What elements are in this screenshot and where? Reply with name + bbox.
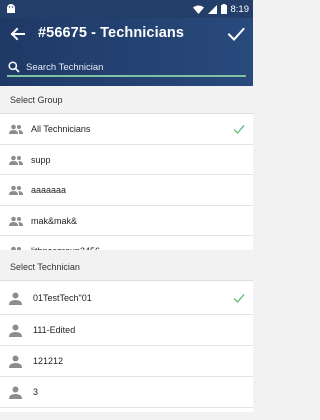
group-icon <box>9 124 23 134</box>
status-bar: 8:19 <box>0 0 253 18</box>
person-icon <box>9 324 22 337</box>
group-icon <box>11 246 21 250</box>
search-underline <box>7 75 246 77</box>
battery-icon <box>220 4 227 14</box>
technician-item-121212[interactable]: 121212 <box>0 346 253 377</box>
group-item-mak[interactable]: mak&mak& <box>0 205 253 236</box>
back-arrow-icon[interactable] <box>8 24 28 44</box>
technician-item-label: 01TestTech"01 <box>33 293 92 303</box>
technician-item-111-edited[interactable]: 111-Edited <box>0 315 253 346</box>
person-icon <box>9 386 22 399</box>
group-item-label: All Technicians <box>31 124 91 134</box>
section-header-technician: Select Technician <box>0 253 253 281</box>
group-item-lithnesgroup[interactable]: lithnesgroup3456 <box>0 236 253 250</box>
signal-icon <box>207 4 217 14</box>
group-item-label: aaaaaaa <box>31 185 67 195</box>
search-input[interactable] <box>26 59 241 75</box>
android-icon <box>7 4 15 13</box>
search-icon <box>8 61 20 73</box>
status-time: 8:19 <box>230 3 250 15</box>
group-item-label: supp <box>31 154 51 165</box>
section-header-group: Select Group <box>0 86 253 114</box>
search-bar <box>7 58 246 78</box>
technician-item-label: 121212 <box>33 356 64 366</box>
group-icon <box>9 185 23 195</box>
group-item-all-technicians[interactable]: All Technicians <box>0 114 253 145</box>
technician-item-label: 3 <box>33 387 39 397</box>
technician-list: 01TestTech"01 111-Edited 121212 3 <box>0 281 253 412</box>
selected-check-icon <box>233 125 245 135</box>
group-icon <box>9 216 23 226</box>
page-title: #56675 - Technicians <box>38 25 185 41</box>
technician-item-3[interactable]: 3 <box>0 377 253 408</box>
confirm-check-icon[interactable] <box>226 24 246 44</box>
group-item-label: lithnesgroup3456 <box>31 246 100 250</box>
technician-item-01testtech01[interactable]: 01TestTech"01 <box>0 281 253 315</box>
person-icon <box>9 292 22 305</box>
group-list: All Technicians supp aaaaaaa mak&mak& li… <box>0 114 253 250</box>
group-item-label: mak&mak& <box>31 215 78 226</box>
wifi-icon <box>192 5 204 14</box>
group-item-supp[interactable]: supp <box>0 144 253 175</box>
person-icon <box>9 355 22 368</box>
technician-item-label: 111-Edited <box>33 325 76 335</box>
group-item-aaaaaaa[interactable]: aaaaaaa <box>0 175 253 206</box>
app-bar: #56675 - Technicians <box>0 18 253 86</box>
group-icon <box>9 155 23 165</box>
selected-check-icon <box>233 294 245 304</box>
